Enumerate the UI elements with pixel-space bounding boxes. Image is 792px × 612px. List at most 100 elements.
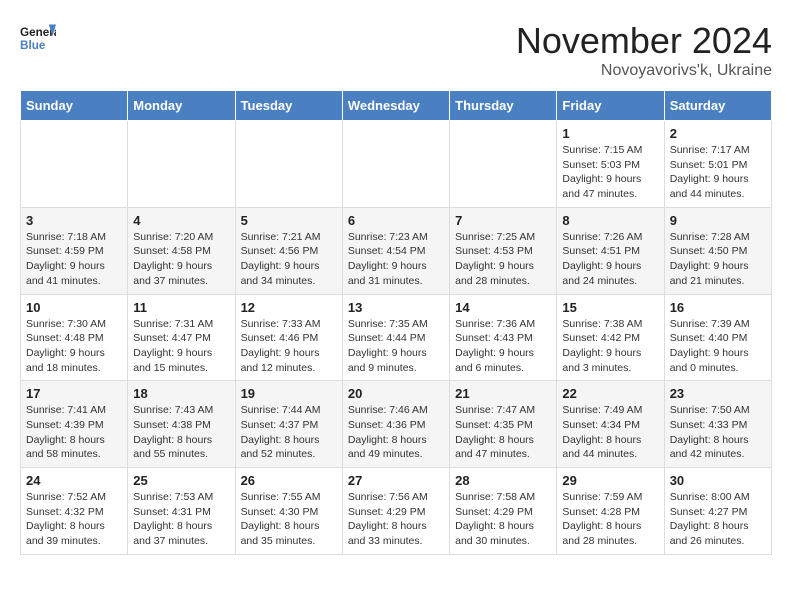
day-info: Sunrise: 7:20 AM Sunset: 4:58 PM Dayligh… (133, 230, 229, 289)
day-info: Sunrise: 7:17 AM Sunset: 5:01 PM Dayligh… (670, 143, 766, 202)
day-number: 12 (241, 300, 337, 315)
week-row-5: 24 Sunrise: 7:52 AM Sunset: 4:32 PM Dayli… (21, 468, 772, 555)
day-number: 8 (562, 213, 658, 228)
day-number: 13 (348, 300, 444, 315)
week-row-2: 3 Sunrise: 7:18 AM Sunset: 4:59 PM Daylig… (21, 207, 772, 294)
day-number: 17 (26, 386, 122, 401)
day-cell: 4 Sunrise: 7:20 AM Sunset: 4:58 PM Daylig… (128, 207, 235, 294)
day-cell: 19 Sunrise: 7:44 AM Sunset: 4:37 PM Dayli… (235, 381, 342, 468)
day-info: Sunrise: 7:38 AM Sunset: 4:42 PM Dayligh… (562, 317, 658, 376)
day-number: 15 (562, 300, 658, 315)
day-cell (21, 121, 128, 208)
day-number: 27 (348, 473, 444, 488)
logo-icon: General Blue (20, 20, 56, 56)
day-info: Sunrise: 7:58 AM Sunset: 4:29 PM Dayligh… (455, 490, 551, 549)
day-number: 4 (133, 213, 229, 228)
day-cell: 18 Sunrise: 7:43 AM Sunset: 4:38 PM Dayli… (128, 381, 235, 468)
day-info: Sunrise: 7:21 AM Sunset: 4:56 PM Dayligh… (241, 230, 337, 289)
col-header-sunday: Sunday (21, 91, 128, 121)
day-number: 10 (26, 300, 122, 315)
day-cell: 21 Sunrise: 7:47 AM Sunset: 4:35 PM Dayli… (450, 381, 557, 468)
title-block: November 2024 Novoyavorivs'k, Ukraine (516, 20, 772, 80)
day-cell: 22 Sunrise: 7:49 AM Sunset: 4:34 PM Dayli… (557, 381, 664, 468)
day-cell: 15 Sunrise: 7:38 AM Sunset: 4:42 PM Dayli… (557, 294, 664, 381)
day-cell: 16 Sunrise: 7:39 AM Sunset: 4:40 PM Dayli… (664, 294, 771, 381)
day-number: 18 (133, 386, 229, 401)
day-number: 25 (133, 473, 229, 488)
day-cell: 1Sunrise: 7:15 AM Sunset: 5:03 PM Daylig… (557, 121, 664, 208)
logo: General Blue (20, 20, 56, 56)
day-info: Sunrise: 7:25 AM Sunset: 4:53 PM Dayligh… (455, 230, 551, 289)
col-header-saturday: Saturday (664, 91, 771, 121)
day-number: 23 (670, 386, 766, 401)
svg-text:Blue: Blue (20, 39, 46, 52)
page-header: General Blue November 2024 Novoyavorivs'… (20, 20, 772, 80)
day-number: 6 (348, 213, 444, 228)
day-info: Sunrise: 8:00 AM Sunset: 4:27 PM Dayligh… (670, 490, 766, 549)
day-info: Sunrise: 7:59 AM Sunset: 4:28 PM Dayligh… (562, 490, 658, 549)
day-cell: 25Sunrise: 7:53 AM Sunset: 4:31 PM Dayli… (128, 468, 235, 555)
day-info: Sunrise: 7:28 AM Sunset: 4:50 PM Dayligh… (670, 230, 766, 289)
day-info: Sunrise: 7:41 AM Sunset: 4:39 PM Dayligh… (26, 403, 122, 462)
day-number: 5 (241, 213, 337, 228)
day-info: Sunrise: 7:47 AM Sunset: 4:35 PM Dayligh… (455, 403, 551, 462)
day-cell: 14 Sunrise: 7:36 AM Sunset: 4:43 PM Dayli… (450, 294, 557, 381)
day-info: Sunrise: 7:56 AM Sunset: 4:29 PM Dayligh… (348, 490, 444, 549)
day-cell: 7 Sunrise: 7:25 AM Sunset: 4:53 PM Daylig… (450, 207, 557, 294)
calendar-header-row: SundayMondayTuesdayWednesdayThursdayFrid… (21, 91, 772, 121)
day-info: Sunrise: 7:18 AM Sunset: 4:59 PM Dayligh… (26, 230, 122, 289)
day-cell: 2Sunrise: 7:17 AM Sunset: 5:01 PM Daylig… (664, 121, 771, 208)
col-header-friday: Friday (557, 91, 664, 121)
day-cell: 13Sunrise: 7:35 AM Sunset: 4:44 PM Dayli… (342, 294, 449, 381)
location-subtitle: Novoyavorivs'k, Ukraine (516, 62, 772, 80)
day-cell: 28 Sunrise: 7:58 AM Sunset: 4:29 PM Dayli… (450, 468, 557, 555)
day-info: Sunrise: 7:55 AM Sunset: 4:30 PM Dayligh… (241, 490, 337, 549)
calendar-table: SundayMondayTuesdayWednesdayThursdayFrid… (20, 90, 772, 555)
day-cell (128, 121, 235, 208)
day-number: 29 (562, 473, 658, 488)
month-title: November 2024 (516, 20, 772, 62)
week-row-1: 1Sunrise: 7:15 AM Sunset: 5:03 PM Daylig… (21, 121, 772, 208)
day-number: 20 (348, 386, 444, 401)
day-number: 19 (241, 386, 337, 401)
day-number: 3 (26, 213, 122, 228)
col-header-monday: Monday (128, 91, 235, 121)
week-row-4: 17 Sunrise: 7:41 AM Sunset: 4:39 PM Dayli… (21, 381, 772, 468)
day-info: Sunrise: 7:31 AM Sunset: 4:47 PM Dayligh… (133, 317, 229, 376)
day-number: 28 (455, 473, 551, 488)
day-cell: 27 Sunrise: 7:56 AM Sunset: 4:29 PM Dayli… (342, 468, 449, 555)
day-info: Sunrise: 7:43 AM Sunset: 4:38 PM Dayligh… (133, 403, 229, 462)
day-cell (450, 121, 557, 208)
day-info: Sunrise: 7:52 AM Sunset: 4:32 PM Dayligh… (26, 490, 122, 549)
day-number: 26 (241, 473, 337, 488)
day-info: Sunrise: 7:36 AM Sunset: 4:43 PM Dayligh… (455, 317, 551, 376)
day-info: Sunrise: 7:44 AM Sunset: 4:37 PM Dayligh… (241, 403, 337, 462)
col-header-tuesday: Tuesday (235, 91, 342, 121)
day-info: Sunrise: 7:39 AM Sunset: 4:40 PM Dayligh… (670, 317, 766, 376)
day-cell: 10Sunrise: 7:30 AM Sunset: 4:48 PM Dayli… (21, 294, 128, 381)
day-number: 30 (670, 473, 766, 488)
day-number: 24 (26, 473, 122, 488)
day-cell: 5 Sunrise: 7:21 AM Sunset: 4:56 PM Daylig… (235, 207, 342, 294)
day-info: Sunrise: 7:15 AM Sunset: 5:03 PM Dayligh… (562, 143, 658, 202)
day-info: Sunrise: 7:33 AM Sunset: 4:46 PM Dayligh… (241, 317, 337, 376)
day-cell: 20Sunrise: 7:46 AM Sunset: 4:36 PM Dayli… (342, 381, 449, 468)
day-cell: 3 Sunrise: 7:18 AM Sunset: 4:59 PM Daylig… (21, 207, 128, 294)
week-row-3: 10Sunrise: 7:30 AM Sunset: 4:48 PM Dayli… (21, 294, 772, 381)
day-number: 14 (455, 300, 551, 315)
day-info: Sunrise: 7:49 AM Sunset: 4:34 PM Dayligh… (562, 403, 658, 462)
day-cell: 9Sunrise: 7:28 AM Sunset: 4:50 PM Daylig… (664, 207, 771, 294)
day-number: 16 (670, 300, 766, 315)
day-number: 7 (455, 213, 551, 228)
day-info: Sunrise: 7:50 AM Sunset: 4:33 PM Dayligh… (670, 403, 766, 462)
day-cell: 30 Sunrise: 8:00 AM Sunset: 4:27 PM Dayli… (664, 468, 771, 555)
day-number: 21 (455, 386, 551, 401)
day-cell: 12 Sunrise: 7:33 AM Sunset: 4:46 PM Dayli… (235, 294, 342, 381)
day-number: 22 (562, 386, 658, 401)
col-header-thursday: Thursday (450, 91, 557, 121)
day-cell: 11Sunrise: 7:31 AM Sunset: 4:47 PM Dayli… (128, 294, 235, 381)
day-info: Sunrise: 7:23 AM Sunset: 4:54 PM Dayligh… (348, 230, 444, 289)
day-cell: 24 Sunrise: 7:52 AM Sunset: 4:32 PM Dayli… (21, 468, 128, 555)
day-info: Sunrise: 7:26 AM Sunset: 4:51 PM Dayligh… (562, 230, 658, 289)
day-cell: 26 Sunrise: 7:55 AM Sunset: 4:30 PM Dayli… (235, 468, 342, 555)
